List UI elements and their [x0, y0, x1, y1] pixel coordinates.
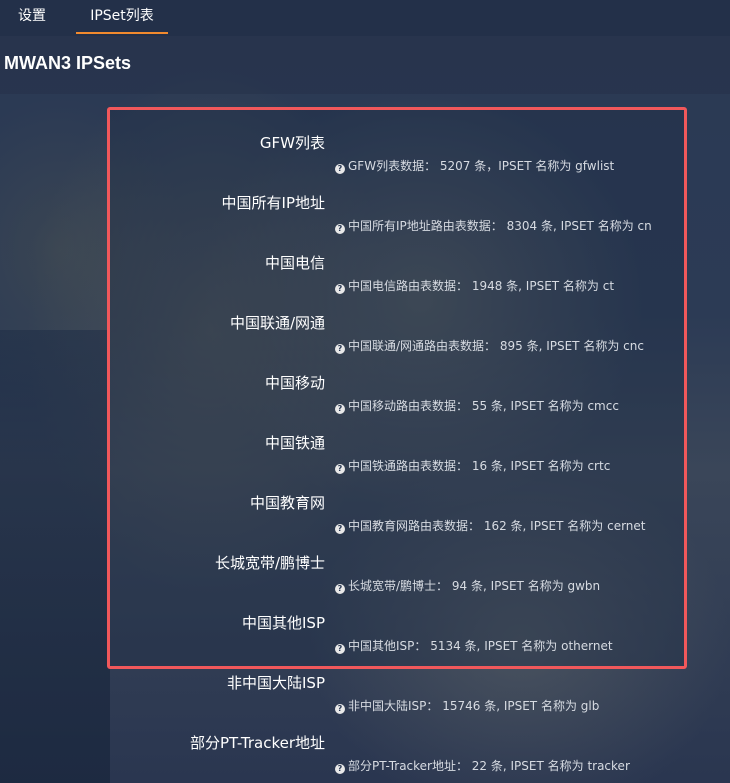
tab-settings[interactable]: 设置: [0, 0, 64, 36]
row-desc-cnc: ? 中国联通/网通路由表数据： 895 条, IPSET 名称为 cnc: [335, 337, 644, 354]
row-label-crtc: 中国铁通: [264, 434, 325, 452]
help-icon: ?: [335, 704, 345, 714]
help-icon: ?: [335, 764, 345, 774]
row-desc-cernet: ? 中国教育网路由表数据： 162 条, IPSET 名称为 cernet: [335, 517, 646, 534]
help-icon: ?: [335, 584, 345, 594]
row-label-glb: 非中国大陆ISP: [227, 674, 325, 692]
row-label-ct: 中国电信: [264, 254, 325, 272]
row-desc-crtc: ? 中国铁通路由表数据： 16 条, IPSET 名称为 crtc: [335, 457, 610, 474]
row-desc-glb: ? 非中国大陆ISP： 15746 条, IPSET 名称为 glb: [335, 697, 599, 714]
row-desc-tracker: ? 部分PT-Tracker地址： 22 条, IPSET 名称为 tracker: [335, 757, 630, 774]
row-label-gfwlist: GFW列表: [259, 134, 325, 152]
row-desc-cn: ? 中国所有IP地址路由表数据： 8304 条, IPSET 名称为 cn: [335, 217, 652, 234]
help-icon: ?: [335, 164, 345, 174]
row-label-gwbn: 长城宽带/鹏博士: [214, 554, 325, 572]
row-label-cn: 中国所有IP地址: [221, 194, 325, 212]
page-title: MWAN3 IPSets: [4, 53, 132, 73]
row-desc-cmcc: ? 中国移动路由表数据： 55 条, IPSET 名称为 cmcc: [335, 397, 619, 414]
row-label-tracker: 部分PT-Tracker地址: [190, 734, 325, 752]
row-desc-ct: ? 中国电信路由表数据： 1948 条, IPSET 名称为 ct: [335, 277, 614, 294]
row-desc-gfwlist: ? GFW列表数据： 5207 条，IPSET 名称为 gfwlist: [335, 157, 614, 174]
tab-bar: 设置 IPSet列表: [0, 0, 730, 36]
help-icon: ?: [335, 464, 345, 474]
row-desc-othernet: ? 中国其他ISP： 5134 条, IPSET 名称为 othernet: [335, 637, 613, 654]
row-label-cernet: 中国教育网: [249, 494, 325, 512]
help-icon: ?: [335, 224, 345, 234]
row-label-othernet: 中国其他ISP: [242, 614, 325, 632]
help-icon: ?: [335, 284, 345, 294]
help-icon: ?: [335, 344, 345, 354]
row-label-cnc: 中国联通/网通: [229, 314, 325, 332]
help-icon: ?: [335, 404, 345, 414]
row-label-cmcc: 中国移动: [264, 374, 325, 392]
help-icon: ?: [335, 524, 345, 534]
row-desc-gwbn: ? 长城宽带/鹏博士： 94 条, IPSET 名称为 gwbn: [335, 577, 600, 594]
tab-ipset-list[interactable]: IPSet列表: [76, 0, 168, 36]
help-icon: ?: [335, 644, 345, 654]
